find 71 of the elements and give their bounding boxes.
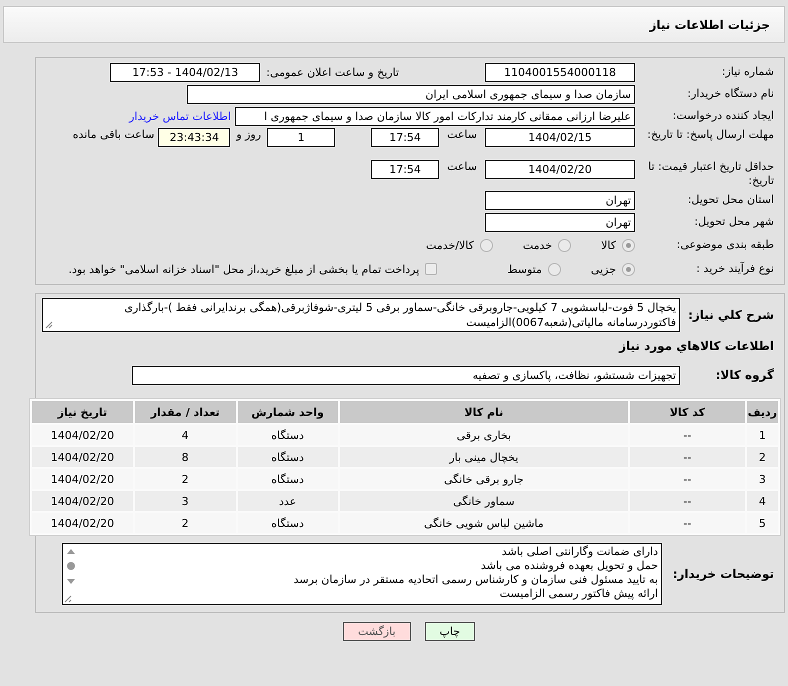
print-button[interactable]: چاپ: [424, 622, 476, 641]
days-field: 1: [267, 128, 336, 147]
radio-label: کالا/خدمت: [426, 238, 474, 252]
goods-group-field: تجهیزات شستشو، نظافت، پاکسازی و تصفیه: [132, 366, 680, 384]
column-header: ردیف: [746, 401, 778, 423]
field-label: توضیحات خریدار:: [672, 567, 775, 581]
payment-checkbox[interactable]: [425, 263, 438, 275]
radio-label: کالا: [601, 238, 616, 252]
radio-button[interactable]: [548, 262, 561, 276]
column-header: کد کالا: [630, 401, 745, 423]
section-heading: اطلاعات کالاهاي مورد نیاز: [618, 339, 775, 353]
remaining-time-field: 23:43:34: [158, 128, 230, 147]
table-cell: سماور خانگی: [340, 491, 628, 511]
page-title: جزئیات اطلاعات نیاز: [649, 18, 770, 32]
radio-label: متوسط: [507, 262, 542, 276]
field-label: تاریخ و ساعت اعلان عمومی:: [266, 66, 399, 78]
contact-link[interactable]: اطلاعات تماس خریدار: [129, 110, 231, 122]
deadline-date-field: 1404/02/15: [485, 128, 635, 147]
table-cell: 4: [746, 491, 778, 511]
column-header: تاریخ نیاز: [32, 401, 133, 423]
validity-date-field: 1404/02/20: [485, 160, 635, 179]
field-label: شماره نیاز:: [720, 65, 775, 79]
buyer-org-field: سازمان صدا و سیمای جمهوری اسلامی ایران: [187, 84, 635, 104]
table-cell: 3: [134, 491, 236, 511]
note-line: ارائه پیش فاکتور رسمی الزامیست: [498, 587, 658, 601]
field-label: استان محل تحویل:: [686, 193, 775, 207]
table-cell: دستگاه: [238, 447, 338, 467]
field-label: حداقل تاریخ اعتبار قیمت: تا تاریخ:: [647, 160, 775, 188]
field-label: مهلت ارسال پاسخ: تا تاریخ:: [646, 128, 775, 142]
note-line: به تایید مسئول فنی سازمان و کارشناس رسمی اتحادیه مستقر در سازمان برسد: [292, 573, 658, 587]
time-label: ساعت: [447, 160, 477, 173]
remaining-label: ساعت باقی مانده: [72, 128, 154, 141]
field-label: طبقه بندی موضوعی:: [676, 238, 775, 252]
table-cell: 1404/02/20: [32, 491, 133, 511]
radio-label: جزیی: [590, 262, 616, 276]
field-label: ایجاد کننده درخواست:: [672, 109, 775, 123]
field-label: شهر محل تحویل:: [693, 215, 775, 229]
radio-button[interactable]: [558, 238, 572, 252]
need-number-field: 1104001554000118: [485, 62, 635, 82]
field-label: شرح کلي نیاز:: [687, 308, 775, 322]
table-cell: --: [630, 491, 745, 511]
description-box: یخچال 5 فوت-لباسشویی 7 کیلویی-جاروبرقی خانگی-سماور برقی 5 لیتری-شوفاژبرقی(همگی برندایرانی فقط )-بارگذاری فاکتوردرسامانه مالیاتی(شعبه0067)الزامیست: [42, 298, 680, 332]
field-label: گروه کالا:: [714, 368, 775, 382]
radio-label: خدمت: [522, 238, 552, 252]
radio-button[interactable]: [622, 262, 635, 276]
radio-button[interactable]: [622, 238, 635, 252]
column-header: نام کالا: [340, 401, 628, 423]
table-cell: 1404/02/20: [32, 447, 133, 467]
deadline-time-field: 17:54: [371, 128, 440, 147]
field-label: نوع فرآیند خرید :: [695, 262, 775, 276]
column-header: تعداد / مقدار: [134, 401, 236, 423]
note-line: حمل و تحویل بعهده فروشنده می باشد: [480, 559, 658, 573]
province-field: تهران: [485, 190, 635, 210]
field-label: نام دستگاه خریدار:: [686, 87, 775, 101]
table-cell: 2: [746, 447, 778, 467]
payment-label: پرداخت تمام یا بخشی از مبلغ خرید،از محل "اسناد خزانه اسلامی" خواهد بود.: [68, 262, 420, 276]
requester-field: علیرضا ارزانی ممقانی کارمند تدارکات امور کالا سازمان صدا و سیمای جمهوری ا: [235, 106, 635, 126]
table-cell: 8: [134, 447, 236, 467]
announce-date-field: 1404/02/13 - 17:53: [110, 62, 260, 82]
city-field: تهران: [485, 212, 635, 232]
resize-grip-icon[interactable]: [45, 321, 53, 329]
table-cell: یخچال مینی بار: [340, 447, 628, 467]
column-header: واحد شمارش: [238, 401, 338, 423]
days-label: روز و: [236, 128, 262, 141]
table-cell: --: [630, 447, 745, 467]
validity-time-field: 17:54: [371, 160, 440, 179]
note-line: دارای ضمانت وگارانتی اصلی باشد: [500, 545, 658, 559]
time-label: ساعت: [447, 128, 477, 141]
radio-button[interactable]: [480, 238, 493, 252]
table-cell: عدد: [238, 491, 338, 511]
back-button[interactable]: بازگشت: [342, 622, 411, 641]
